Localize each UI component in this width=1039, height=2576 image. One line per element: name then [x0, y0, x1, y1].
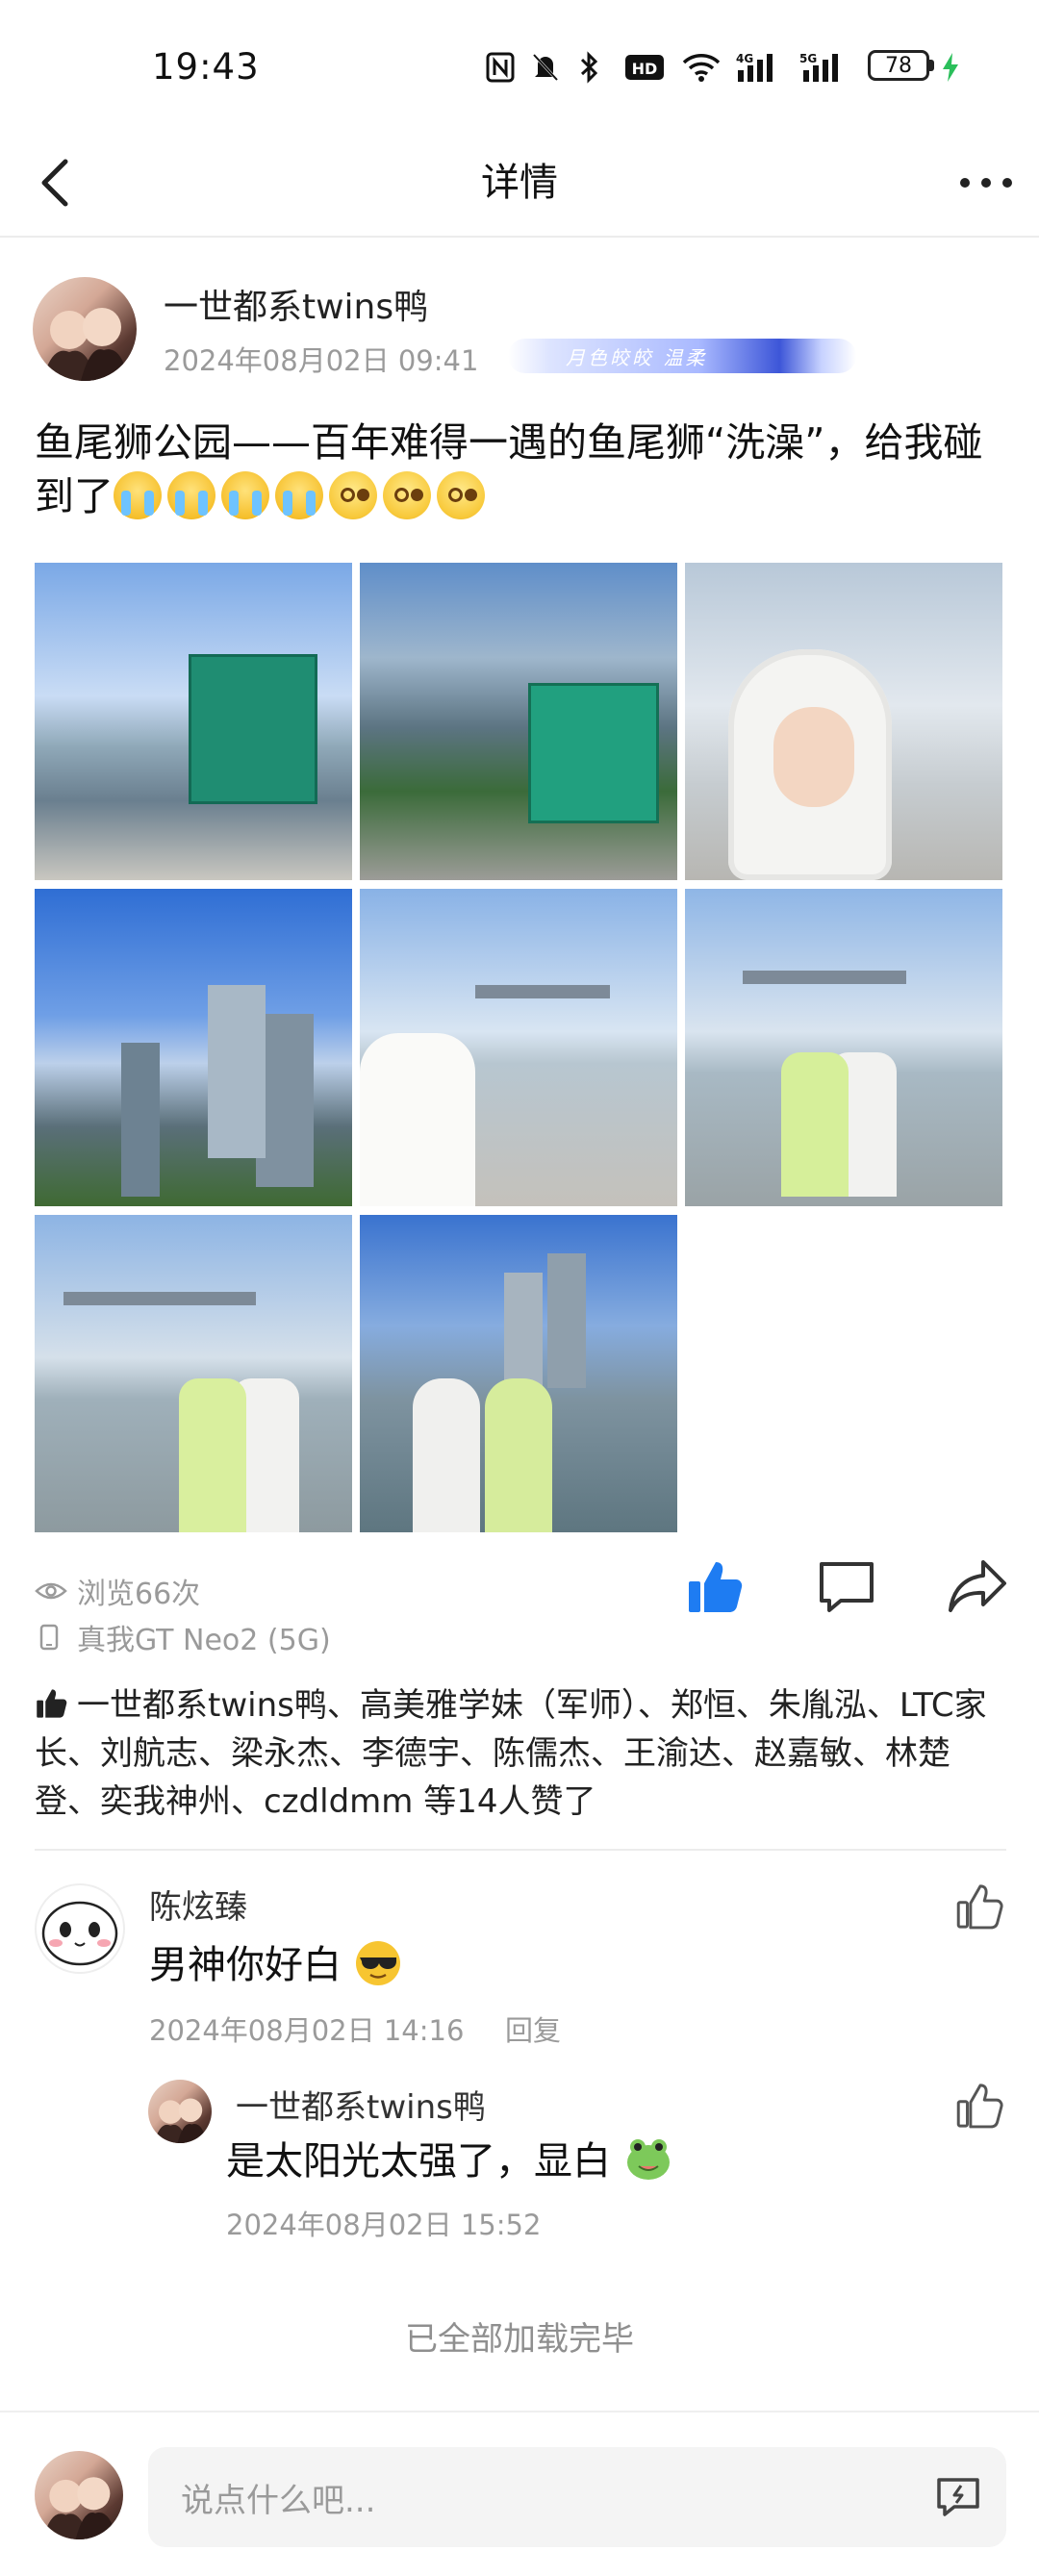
status-time: 19:43 — [152, 46, 260, 88]
mute-bell-icon — [529, 50, 562, 85]
reply-like-button[interactable] — [954, 2080, 1006, 2132]
commenter-avatar[interactable] — [35, 1883, 125, 1974]
post-photo[interactable] — [35, 889, 352, 1206]
thumbs-up-filled-icon — [689, 1562, 743, 1612]
comment-like-button[interactable] — [954, 1881, 1006, 1932]
divider — [35, 1849, 1006, 1851]
comment-input[interactable]: 说点什么吧... — [148, 2447, 1006, 2547]
top-nav: 详情 — [0, 130, 1039, 238]
thumbs-up-outline-icon — [956, 1884, 1003, 1930]
post-photo[interactable] — [360, 563, 677, 880]
author-name[interactable]: 一世都系twins鸭 — [164, 279, 428, 329]
comment-text: 男神你好白 — [149, 1933, 402, 1989]
thumbs-up-outline-icon — [956, 2084, 1003, 2129]
view-count: 浏览66次 — [35, 1570, 200, 1612]
divider — [0, 2411, 1039, 2412]
device-info: 真我GT Neo2 (5G) — [35, 1616, 331, 1658]
thumbs-up-icon — [37, 1689, 67, 1718]
charging-icon — [939, 50, 962, 85]
comment-input-placeholder: 说点什么吧... — [181, 2481, 376, 2520]
post-photo[interactable] — [360, 1215, 677, 1532]
more-dots-icon — [960, 178, 1012, 188]
battery-tip — [929, 60, 934, 71]
signal-4g-icon: 4G — [735, 50, 783, 85]
user-badge: 月色皎皎 温柔 — [508, 339, 856, 373]
all-loaded-text: 已全部加载完毕 — [405, 2320, 634, 2359]
frog-emoji-icon — [626, 2139, 670, 2180]
likes-text[interactable]: 一世都系twins鸭、高美雅学妹（军师）、郑恒、朱胤泓、LTC家长、刘航志、梁永… — [35, 1686, 987, 1821]
author-avatar[interactable] — [33, 277, 137, 381]
cry-emoji-icon — [114, 471, 162, 519]
post-photo[interactable] — [685, 889, 1002, 1206]
post-photo[interactable] — [35, 563, 352, 880]
status-bar: 19:43 HD 4G 5G 78 — [0, 0, 1039, 130]
reply-button[interactable]: 回复 — [505, 2008, 561, 2049]
my-avatar[interactable] — [35, 2451, 123, 2539]
cry-emoji-icon — [275, 471, 323, 519]
more-button[interactable] — [957, 154, 1015, 212]
eye-icon — [35, 1582, 67, 1600]
svg-text:4G: 4G — [736, 52, 753, 65]
bluetooth-icon — [575, 50, 604, 85]
svg-text:5G: 5G — [799, 52, 817, 65]
post-photo[interactable] — [360, 889, 677, 1206]
comment-button[interactable] — [816, 1558, 877, 1616]
comment-body: 男神你好白 — [149, 1943, 342, 1987]
share-button[interactable] — [947, 1556, 1008, 1616]
cry-emoji-icon — [167, 471, 215, 519]
wifi-icon — [680, 50, 722, 85]
view-count-text: 浏览66次 — [77, 1578, 201, 1611]
post-date: 2024年08月02日 09:41 — [164, 344, 479, 377]
likes-list: 一世都系twins鸭、高美雅学妹（军师）、郑恒、朱胤泓、LTC家长、刘航志、梁永… — [35, 1681, 1006, 1826]
back-button[interactable] — [29, 154, 87, 212]
post-photo[interactable] — [685, 563, 1002, 880]
svg-text:HD: HD — [632, 60, 658, 78]
signal-5g-icon: 5G — [798, 50, 852, 85]
commenter-name[interactable]: 陈炫臻 — [149, 1881, 247, 1928]
badge-text: 月色皎皎 温柔 — [566, 345, 708, 369]
dizzy-emoji-icon — [383, 471, 431, 519]
sunglasses-emoji-icon — [355, 1941, 400, 1985]
hd-icon: HD — [623, 50, 666, 85]
chevron-left-icon — [41, 159, 68, 207]
reply-body: 是太阳光太强了，显白 — [226, 2139, 611, 2184]
comment-bubble-icon — [820, 1562, 874, 1612]
comment-date: 2024年08月02日 14:16 — [149, 2014, 465, 2047]
post-text: 鱼尾狮公园——百年难得一遇的鱼尾狮“洗澡”，给我碰到了 — [35, 416, 1006, 523]
dizzy-emoji-icon — [437, 471, 485, 519]
reply-text: 是太阳光太强了，显白 — [226, 2130, 673, 2185]
share-arrow-icon — [949, 1560, 1006, 1612]
sticker-icon — [937, 2478, 979, 2516]
battery-level: 78 — [885, 53, 912, 78]
page-title: 详情 — [481, 161, 558, 205]
dizzy-emoji-icon — [329, 471, 377, 519]
emoji-button[interactable] — [933, 2472, 983, 2522]
reply-name[interactable]: 一世都系twins鸭 — [236, 2081, 486, 2128]
post-photo[interactable] — [35, 1215, 352, 1532]
nfc-icon — [484, 50, 517, 85]
reply-date: 2024年08月02日 15:52 — [226, 2209, 542, 2241]
battery-indicator: 78 — [868, 50, 929, 81]
device-text: 真我GT Neo2 (5G) — [77, 1624, 331, 1657]
like-button[interactable] — [685, 1556, 747, 1618]
reply-avatar[interactable] — [148, 2080, 212, 2143]
phone-icon — [39, 1624, 59, 1651]
cry-emoji-icon — [221, 471, 269, 519]
